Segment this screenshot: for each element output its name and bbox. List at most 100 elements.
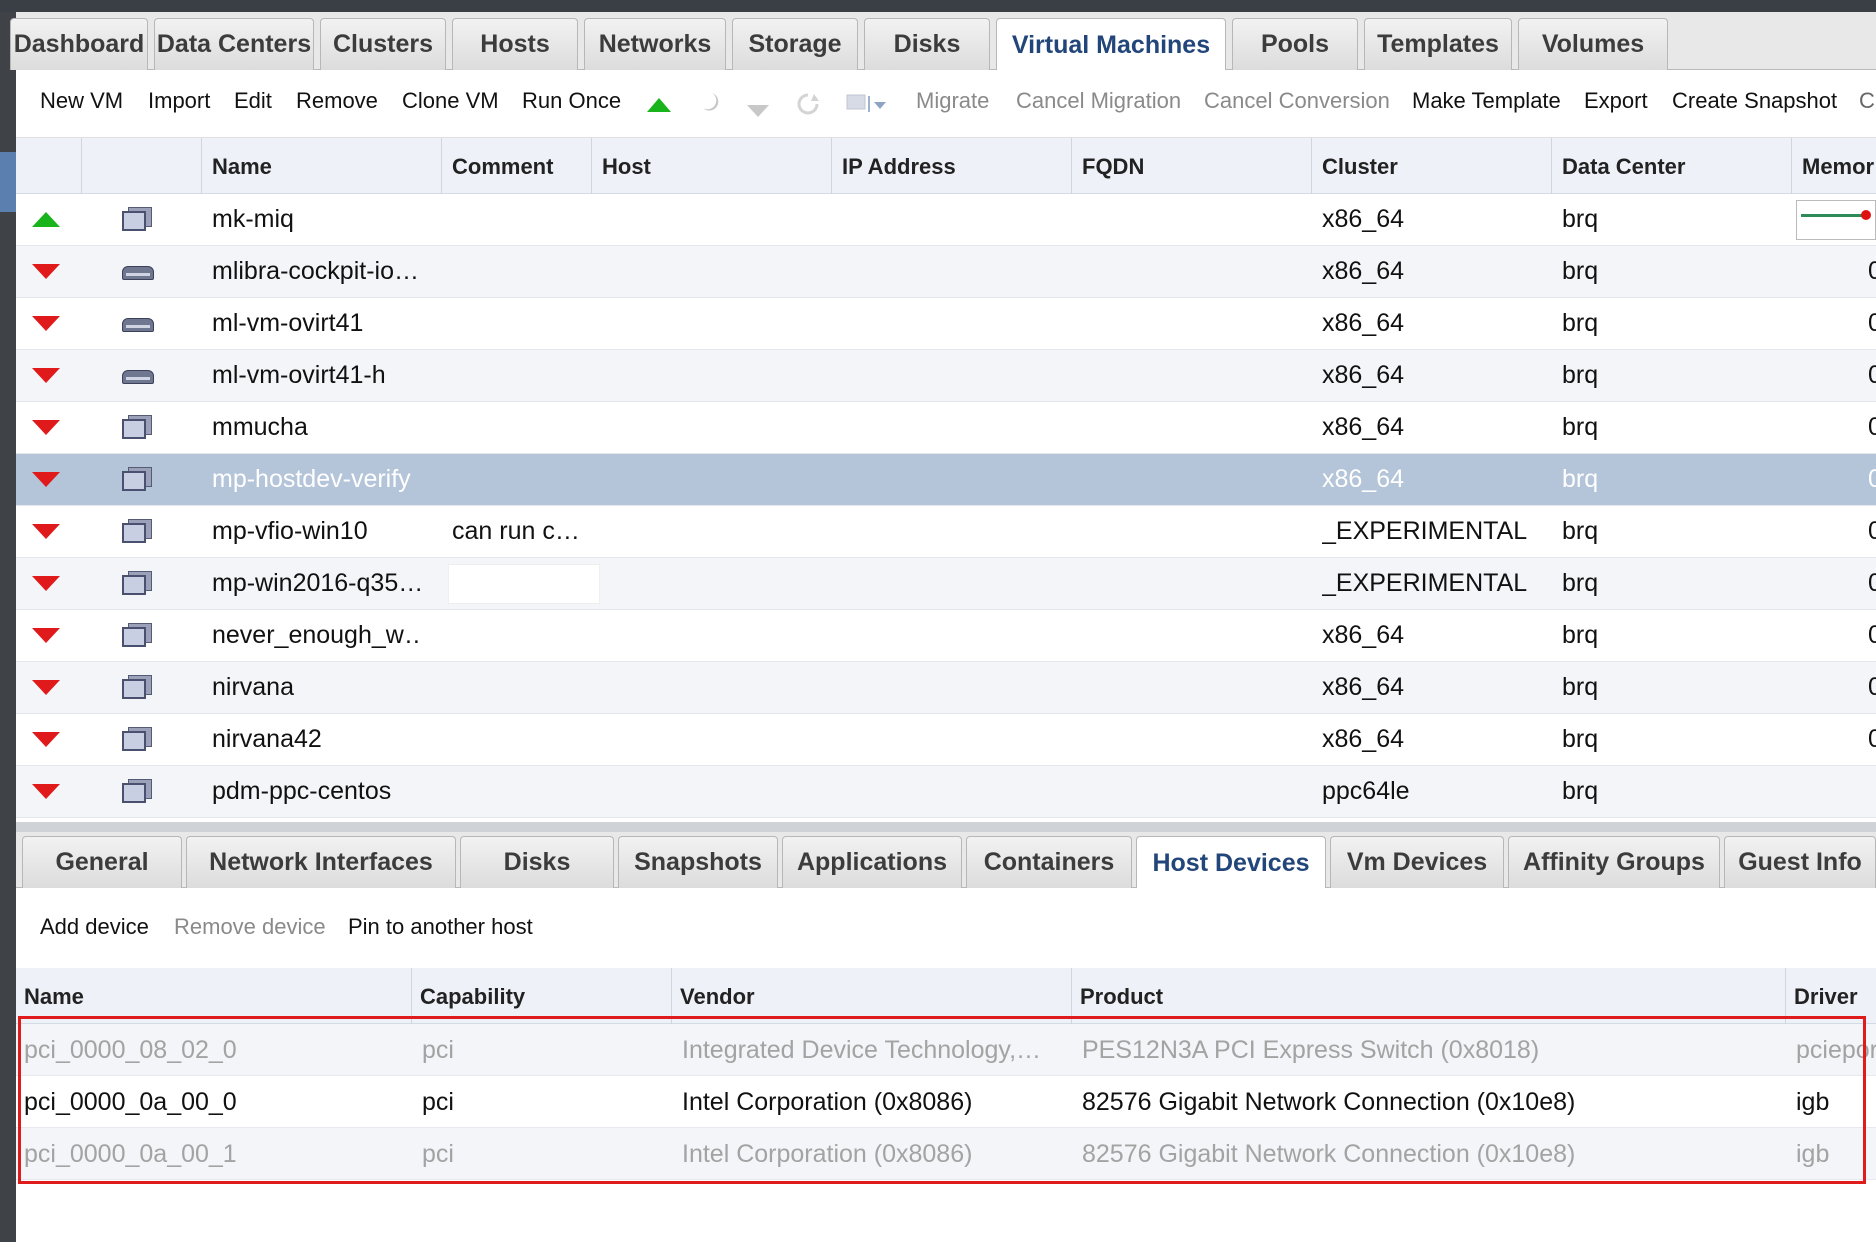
status-down-icon: [32, 732, 60, 747]
remove-button[interactable]: Remove: [296, 88, 378, 114]
status-down-icon: [32, 680, 60, 695]
vm-row[interactable]: ml-vm-ovirt41 x86_64 brq 0: [16, 298, 1876, 350]
vm-name: ml-vm-ovirt41-h: [212, 361, 386, 389]
col-type[interactable]: [82, 138, 202, 194]
col-capability[interactable]: Capability: [412, 968, 672, 1024]
run-icon[interactable]: [646, 94, 672, 120]
vm-row[interactable]: ml-vm-ovirt41-h x86_64 brq 0: [16, 350, 1876, 402]
tab-hosts[interactable]: Hosts: [452, 18, 578, 70]
vm-row[interactable]: mmucha x86_64 brq 0: [16, 402, 1876, 454]
make-template-button[interactable]: Make Template: [1412, 88, 1561, 114]
device-row[interactable]: pci_0000_0a_00_0 pci Intel Corporation (0x…: [16, 1076, 1876, 1128]
vm-data-center: brq: [1562, 205, 1599, 233]
col-data-center[interactable]: Data Center: [1552, 138, 1792, 194]
reboot-icon[interactable]: [796, 92, 820, 122]
subtab-snapshots[interactable]: Snapshots: [618, 836, 778, 888]
vm-row[interactable]: mk-miq x86_64 brq: [16, 194, 1876, 246]
vm-row[interactable]: mp-vfio-win10 can run c… _EXPERIMENTAL brq 0: [16, 506, 1876, 558]
subtab-vm-devices[interactable]: Vm Devices: [1330, 836, 1504, 888]
status-down-icon: [32, 420, 60, 435]
vm-cluster: x86_64: [1322, 465, 1405, 493]
vm-row[interactable]: nirvana x86_64 brq 0: [16, 662, 1876, 714]
subtab-network-interfaces[interactable]: Network Interfaces: [186, 836, 456, 888]
create-snapshot-button[interactable]: Create Snapshot: [1672, 88, 1837, 114]
subtab-host-devices[interactable]: Host Devices: [1136, 836, 1326, 889]
device-row[interactable]: pci_0000_0a_00_1 pci Intel Corporation (0x…: [16, 1128, 1876, 1180]
remove-device-button[interactable]: Remove device: [174, 914, 326, 940]
status-down-icon: [32, 524, 60, 539]
subtab-disks[interactable]: Disks: [460, 836, 614, 888]
cancel-conversion-button[interactable]: Cancel Conversion: [1204, 88, 1390, 114]
console-icon[interactable]: [846, 92, 890, 122]
vm-row[interactable]: mp-hostdev-verify x86_64 brq 0: [16, 454, 1876, 506]
clone-vm-button[interactable]: Clone VM: [402, 88, 499, 114]
vm-cluster: x86_64: [1322, 413, 1405, 441]
col-driver[interactable]: Driver: [1786, 968, 1876, 1024]
tab-storage[interactable]: Storage: [732, 18, 858, 70]
vm-row[interactable]: mp-win2016-q35… _EXPERIMENTAL brq 0: [16, 558, 1876, 610]
vm-cluster: x86_64: [1322, 309, 1405, 337]
col-fqdn[interactable]: FQDN: [1072, 138, 1312, 194]
vm-row[interactable]: pdm-ppc-centos ppc64le brq: [16, 766, 1876, 818]
device-row[interactable]: pci_0000_08_02_0 pci Integrated Device Tec…: [16, 1024, 1876, 1076]
vm-icon: [122, 519, 154, 545]
vm-icon: [122, 571, 154, 597]
col-cluster[interactable]: Cluster: [1312, 138, 1552, 194]
vm-row[interactable]: mlibra-cockpit-io… x86_64 brq 0: [16, 246, 1876, 298]
tab-virtual-machines[interactable]: Virtual Machines: [996, 18, 1226, 71]
tab-templates[interactable]: Templates: [1364, 18, 1512, 70]
status-down-icon: [32, 264, 60, 279]
vm-data-center: brq: [1562, 465, 1599, 493]
tab-clusters[interactable]: Clusters: [320, 18, 446, 70]
subtab-guest-info[interactable]: Guest Info: [1724, 836, 1876, 888]
comment-edit-box[interactable]: [448, 564, 600, 604]
left-nav-selection: [0, 152, 16, 212]
tab-networks[interactable]: Networks: [584, 18, 726, 70]
col-ip-address[interactable]: IP Address: [832, 138, 1072, 194]
pin-to-host-button[interactable]: Pin to another host: [348, 914, 533, 940]
vm-cluster: x86_64: [1322, 621, 1405, 649]
device-vendor: Integrated Device Technology,…: [682, 1036, 1042, 1064]
col-name[interactable]: Name: [202, 138, 442, 194]
vm-memory: 0: [1868, 673, 1876, 701]
import-button[interactable]: Import: [148, 88, 210, 114]
vm-data-center: brq: [1562, 569, 1599, 597]
left-nav-bar[interactable]: [0, 12, 16, 1242]
col-product[interactable]: Product: [1072, 968, 1786, 1024]
toolbar-overflow[interactable]: C: [1859, 88, 1875, 114]
host-devices-toolbar: Add device Remove device Pin to another …: [16, 888, 1876, 968]
vm-row[interactable]: nirvana42 x86_64 brq 0: [16, 714, 1876, 766]
col-host[interactable]: Host: [592, 138, 832, 194]
device-product: PES12N3A PCI Express Switch (0x8018): [1082, 1036, 1540, 1064]
subtab-applications[interactable]: Applications: [782, 836, 962, 888]
col-device-name[interactable]: Name: [16, 968, 412, 1024]
subtab-affinity-groups[interactable]: Affinity Groups: [1508, 836, 1720, 888]
tab-dashboard[interactable]: Dashboard: [10, 18, 148, 70]
vm-data-center: brq: [1562, 777, 1599, 805]
suspend-icon[interactable]: [698, 90, 722, 120]
shutdown-icon[interactable]: [746, 98, 770, 124]
run-once-button[interactable]: Run Once: [522, 88, 621, 114]
tab-disks[interactable]: Disks: [864, 18, 990, 70]
tab-volumes[interactable]: Volumes: [1518, 18, 1668, 70]
panel-splitter[interactable]: [16, 822, 1876, 832]
subtab-containers[interactable]: Containers: [966, 836, 1132, 888]
add-device-button[interactable]: Add device: [40, 914, 149, 940]
vm-memory: 0: [1868, 257, 1876, 285]
col-memory[interactable]: Memor: [1792, 138, 1876, 194]
col-comment[interactable]: Comment: [442, 138, 592, 194]
subtab-general[interactable]: General: [22, 836, 182, 888]
status-up-icon: [32, 212, 60, 227]
cancel-migration-button[interactable]: Cancel Migration: [1016, 88, 1181, 114]
col-vendor[interactable]: Vendor: [672, 968, 1072, 1024]
tab-data-centers[interactable]: Data Centers: [154, 18, 314, 70]
tab-pools[interactable]: Pools: [1232, 18, 1358, 70]
export-button[interactable]: Export: [1584, 88, 1648, 114]
vm-cluster: x86_64: [1322, 673, 1405, 701]
migrate-button[interactable]: Migrate: [916, 88, 989, 114]
vm-row[interactable]: never_enough_w… x86_64 brq 0: [16, 610, 1876, 662]
new-vm-button[interactable]: New VM: [40, 88, 123, 114]
vm-cluster: _EXPERIMENTAL: [1322, 569, 1528, 597]
edit-button[interactable]: Edit: [234, 88, 272, 114]
col-status[interactable]: [16, 138, 82, 194]
